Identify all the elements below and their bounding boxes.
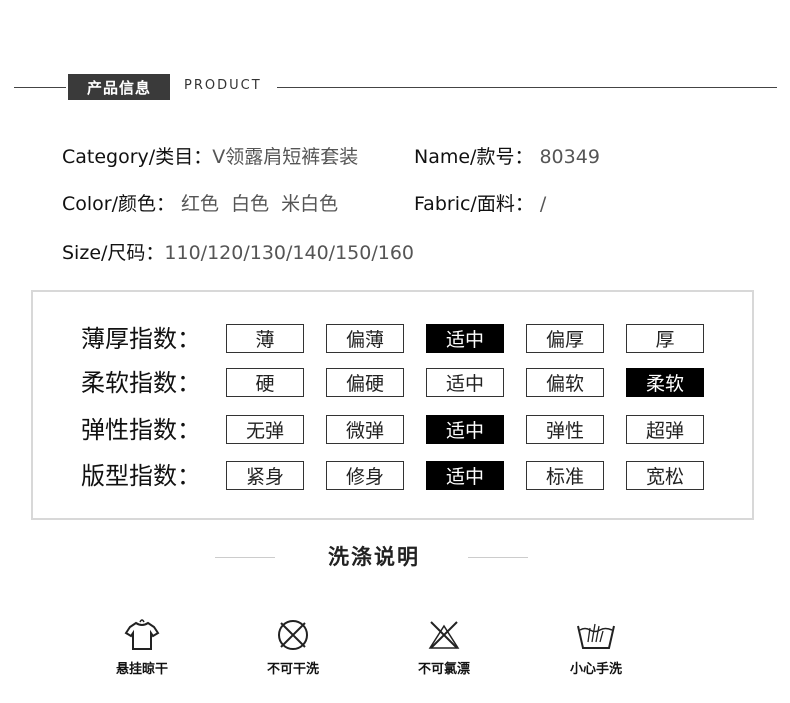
header-line-left bbox=[14, 87, 66, 88]
header-line-right bbox=[277, 87, 777, 88]
category-value: V领露肩短裤套装 bbox=[212, 146, 359, 168]
info-size: Size/尺码：110/120/130/140/150/160 bbox=[62, 238, 414, 265]
size-value: 110/120/130/140/150/160 bbox=[164, 242, 415, 264]
index-option-selected: 适中 bbox=[426, 461, 504, 490]
index-option: 硬 bbox=[226, 368, 304, 397]
category-label: Category/类目： bbox=[62, 146, 213, 168]
name-label: Name/款号： bbox=[414, 146, 534, 168]
index-label: 薄厚指数： bbox=[81, 325, 201, 353]
fabric-label: Fabric/面料： bbox=[414, 193, 534, 215]
wash-line-left bbox=[215, 557, 275, 558]
info-name: Name/款号： 80349 bbox=[414, 142, 600, 169]
section-badge: 产品信息 bbox=[68, 74, 170, 100]
wash-line-right bbox=[468, 557, 528, 558]
index-label: 版型指数： bbox=[81, 462, 201, 490]
index-option: 微弹 bbox=[326, 415, 404, 444]
hang-dry-icon bbox=[124, 619, 160, 650]
fabric-value: / bbox=[539, 193, 547, 215]
index-row: 柔软指数： 硬偏硬 适中 偏软 柔软 bbox=[33, 367, 752, 399]
wash-caption: 不可氯漂 bbox=[417, 662, 470, 677]
index-label: 柔软指数： bbox=[81, 369, 201, 397]
info-fabric: Fabric/面料： / bbox=[414, 189, 546, 216]
index-option: 厚 bbox=[626, 324, 704, 353]
wash-caption: 不可干洗 bbox=[266, 662, 319, 677]
index-row: 薄厚指数： 薄偏薄 适中 偏厚厚 bbox=[33, 323, 752, 355]
index-panel: 薄厚指数：薄偏薄 适中 偏厚厚柔软指数：硬偏硬 适中 偏软 柔软 弹性指数： 无弹 微弹 适中 弹性… bbox=[31, 290, 754, 520]
wash-caption: 小心手洗 bbox=[569, 662, 622, 677]
info-color: Color/颜色： 红色 白色 米白色 bbox=[62, 189, 338, 216]
no-bleach-icon bbox=[428, 621, 460, 649]
index-option: 偏薄 bbox=[326, 324, 404, 353]
index-option: 修身 bbox=[326, 461, 404, 490]
index-option-selected: 适中 bbox=[426, 415, 504, 444]
washing-title: 洗涤说明 bbox=[328, 545, 420, 569]
index-option: 偏厚 bbox=[526, 324, 604, 353]
index-option: 弹性 bbox=[526, 415, 604, 444]
wash-caption: 悬挂晾干 bbox=[115, 662, 168, 677]
color-label: Color/颜色： bbox=[62, 193, 176, 215]
wash-item-hand-wash: 小心手洗 bbox=[541, 618, 651, 677]
index-option: 超弹 bbox=[626, 415, 704, 444]
index-option: 无弹 bbox=[226, 415, 304, 444]
index-option: 宽松 bbox=[626, 461, 704, 490]
index-option: 偏软 bbox=[526, 368, 604, 397]
index-option: 紧身 bbox=[226, 461, 304, 490]
no-dry-clean-icon bbox=[278, 620, 308, 650]
index-option: 标准 bbox=[526, 461, 604, 490]
size-label: Size/尺码： bbox=[62, 242, 165, 264]
index-option: 偏硬 bbox=[326, 368, 404, 397]
color-value: 红色 白色 米白色 bbox=[181, 193, 339, 215]
section-subtitle: PRODUCT bbox=[184, 78, 262, 93]
wash-item-no-bleach: 不可氯漂 bbox=[389, 618, 499, 677]
wash-item-no-dry-clean: 不可干洗 bbox=[238, 618, 348, 677]
index-option: 适中 bbox=[426, 368, 504, 397]
name-value: 80349 bbox=[539, 146, 600, 168]
index-option-selected: 适中 bbox=[426, 324, 504, 353]
index-option-selected: 柔软 bbox=[626, 368, 704, 397]
index-option: 薄 bbox=[226, 324, 304, 353]
index-row: 版型指数： 紧身 修身 适中 标准 宽松 bbox=[33, 460, 752, 492]
index-label: 弹性指数： bbox=[81, 416, 201, 444]
wash-item-hang-dry: 悬挂晾干 bbox=[87, 618, 197, 677]
hand-wash-icon bbox=[577, 623, 615, 649]
index-row: 弹性指数： 无弹 微弹 适中 弹性 超弹 bbox=[33, 414, 752, 446]
info-category: Category/类目：V领露肩短裤套装 bbox=[62, 142, 358, 169]
